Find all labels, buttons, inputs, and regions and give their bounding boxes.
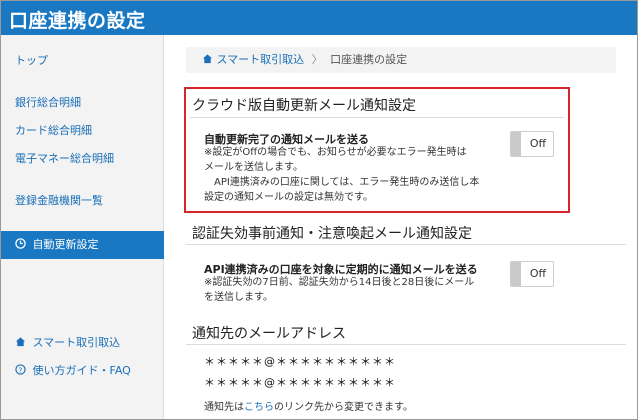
desc-line: を送信します。 — [204, 292, 273, 303]
section-title-auth: 認証失効事前通知・注意喚起メール通知設定 — [192, 226, 472, 242]
desc-line: 設定の通知メールの設定は無効です。 — [204, 192, 373, 203]
section-title-email: 通知先のメールアドレス — [192, 326, 346, 342]
svg-text:?: ? — [19, 365, 23, 374]
sidebar-item-emoney[interactable]: 電子マネー総合明細 — [1, 145, 164, 173]
sidebar-item-card[interactable]: カード総合明細 — [1, 117, 164, 145]
desc-line: API連携済みの口座に関しては、エラー発生時のみ送信し本 — [204, 177, 480, 188]
breadcrumb: スマート取引取込 〉 口座連携の設定 — [186, 47, 616, 73]
page-title: 口座連携の設定 — [9, 10, 146, 32]
toggle-label: Off — [529, 137, 547, 150]
setting-desc-cloud: ※設定がOffの場合でも、お知らせが必要なエラー発生時は メールを送信します。 … — [204, 145, 494, 205]
sidebar-item-bank[interactable]: 銀行総合明細 — [1, 89, 164, 117]
email-change-link[interactable]: こちら — [244, 402, 274, 413]
sidebar-item-label: 自動更新設定 — [32, 238, 99, 251]
email-address-1: ＊＊＊＊＊@＊＊＊＊＊＊＊＊＊＊ — [204, 355, 396, 368]
main-content: スマート取引取込 〉 口座連携の設定 クラウド版自動更新メール通知設定 自動更新… — [164, 35, 637, 419]
breadcrumb-separator: 〉 — [311, 53, 323, 66]
home-icon — [15, 329, 26, 357]
cloud-notify-toggle[interactable]: Off — [510, 131, 554, 157]
toggle-knob — [511, 132, 521, 156]
sidebar: トップ 銀行総合明細 カード総合明細 電子マネー総合明細 登録金融機関一覧 自動… — [1, 35, 164, 419]
app-frame: 口座連携の設定 トップ 銀行総合明細 カード総合明細 電子マネー総合明細 登録金… — [0, 0, 638, 420]
sidebar-item-top[interactable]: トップ — [1, 47, 164, 75]
toggle-label: Off — [529, 267, 547, 280]
clock-icon — [15, 231, 26, 259]
desc-line: ※認証失効の7日前、認証失効から14日後と28日後にメール — [204, 277, 475, 288]
email-address-2: ＊＊＊＊＊@＊＊＊＊＊＊＊＊＊＊ — [204, 376, 396, 389]
divider — [186, 244, 626, 245]
toggle-knob — [511, 262, 521, 286]
sidebar-item-smart-import[interactable]: スマート取引取込 — [1, 329, 164, 357]
sidebar-item-auto-update[interactable]: 自動更新設定 — [1, 231, 164, 259]
divider — [186, 344, 626, 345]
desc-line: メールを送信します。 — [204, 162, 303, 173]
sidebar-item-label: トップ — [15, 54, 48, 67]
section-title-cloud: クラウド版自動更新メール通知設定 — [192, 98, 416, 114]
sidebar-item-label: 登録金融機関一覧 — [15, 194, 103, 207]
email-change-note: 通知先はこちらのリンク先から変更できます。 — [204, 398, 413, 413]
desc-line: ※設定がOffの場合でも、お知らせが必要なエラー発生時は — [204, 147, 467, 158]
home-icon — [202, 53, 217, 66]
note-text: 通知先は — [204, 402, 244, 413]
divider — [190, 117, 564, 118]
sidebar-item-institutions[interactable]: 登録金融機関一覧 — [1, 187, 164, 215]
setting-desc-auth: ※認証失効の7日前、認証失効から14日後と28日後にメール を送信します。 — [204, 275, 494, 305]
breadcrumb-current: 口座連携の設定 — [330, 53, 408, 66]
sidebar-item-label: 電子マネー総合明細 — [15, 152, 114, 165]
auth-notify-toggle[interactable]: Off — [510, 261, 554, 287]
sidebar-item-label: カード総合明細 — [15, 124, 92, 137]
sidebar-item-label: 銀行総合明細 — [15, 96, 81, 109]
sidebar-item-guide[interactable]: ? 使い方ガイド・FAQ — [1, 357, 164, 385]
sidebar-item-label: 使い方ガイド・FAQ — [32, 364, 131, 377]
sidebar-item-label: スマート取引取込 — [32, 336, 121, 349]
question-icon: ? — [15, 357, 26, 385]
breadcrumb-home-link[interactable]: スマート取引取込 — [217, 53, 305, 66]
header-bar: 口座連携の設定 — [1, 1, 637, 35]
note-text: のリンク先から変更できます。 — [274, 402, 413, 413]
